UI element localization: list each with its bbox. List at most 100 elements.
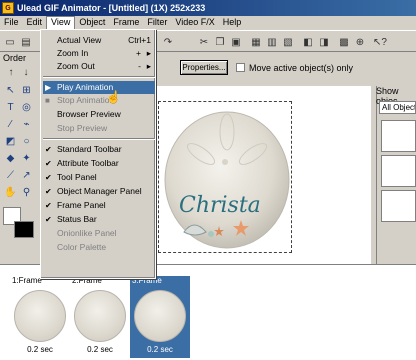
menu-file[interactable]: File [0, 16, 23, 29]
frame-item[interactable]: 1:Frame 0.2 sec [10, 276, 70, 358]
menu-item-label: Status Bar [57, 214, 97, 224]
menu-item-object-manager-panel[interactable]: ✔ Object Manager Panel [43, 185, 155, 198]
submenu-arrow-icon: ▸ [146, 61, 151, 71]
hand-cursor-icon: ☝ [106, 90, 121, 104]
frame-delay[interactable]: 0.2 sec [70, 345, 130, 354]
text-tool-icon[interactable]: T [4, 101, 17, 114]
frame-icon[interactable]: ▥ [264, 34, 280, 50]
sand-dollar-image: Christa [164, 111, 290, 249]
magic-wand-icon[interactable]: ✦ [20, 152, 33, 165]
app-icon[interactable]: G [2, 2, 14, 14]
grid-icon[interactable]: ▩ [336, 34, 352, 50]
menu-item-actual-view[interactable]: Actual View Ctrl+1 [43, 34, 155, 47]
new-icon[interactable]: ▭ [2, 34, 18, 50]
frame-item[interactable]: 2:Frame 0.2 sec [70, 276, 130, 358]
menu-item-stop-animation[interactable]: ■ Stop Animation [43, 94, 155, 107]
pick-tool-icon[interactable]: ↖ [4, 84, 17, 97]
menu-separator [43, 76, 155, 78]
menu-item-zoom-out[interactable]: Zoom Out ▸ - [43, 60, 155, 73]
play-icon: ▶ [45, 83, 52, 92]
frame-delay[interactable]: 0.2 sec [130, 345, 190, 354]
submenu-arrow-icon: ▸ [146, 48, 151, 58]
frame-thumbnail [134, 290, 186, 342]
menu-view[interactable]: View [46, 16, 76, 29]
menu-bar: File Edit View Object Frame Filter Video… [0, 16, 416, 29]
eraser-tool-icon[interactable]: ◩ [4, 135, 17, 148]
redo-icon[interactable]: ↷ [160, 34, 176, 50]
window-title: Ulead GIF Animator - [Untitled] (1X) 252… [17, 3, 206, 13]
align-icon[interactable]: ◨ [316, 34, 332, 50]
copy-icon[interactable]: ❐ [212, 34, 228, 50]
menu-item-play-animation[interactable]: ▶ Play Animation [43, 81, 155, 94]
preview-icon[interactable]: ▧ [280, 34, 296, 50]
hand-tool-icon[interactable]: ✋ [4, 186, 17, 199]
menu-item-label: Actual View [57, 35, 102, 45]
menu-item-frame-panel[interactable]: ✔ Frame Panel [43, 199, 155, 212]
menu-edit[interactable]: Edit [23, 16, 47, 29]
object-thumbnail[interactable] [381, 155, 416, 187]
check-icon: ✔ [45, 159, 52, 168]
object-thumbnail[interactable] [381, 190, 416, 222]
menu-item-label: Tool Panel [57, 172, 97, 182]
menu-item-label: Object Manager Panel [57, 186, 142, 196]
line-tool-icon[interactable]: ↗ [20, 169, 33, 182]
paste-icon[interactable]: ▣ [228, 34, 244, 50]
menu-item-tool-panel[interactable]: ✔ Tool Panel [43, 171, 155, 184]
frame-thumbnail [74, 290, 126, 342]
order-down-icon[interactable]: ↓ [18, 64, 34, 80]
menu-item-label: Standard Toolbar [57, 144, 122, 154]
frame-item-selected[interactable]: 3:Frame 0.2 sec [130, 276, 190, 358]
fill-tool-icon[interactable]: ◆ [4, 152, 17, 165]
open-icon[interactable]: ▤ [18, 34, 34, 50]
menu-filter[interactable]: Filter [143, 16, 171, 29]
help-icon[interactable]: ↖? [372, 34, 388, 50]
clone-tool-icon[interactable]: ⌁ [20, 118, 33, 131]
frame-thumbnail [14, 290, 66, 342]
shape-tool-icon[interactable]: ◎ [20, 101, 33, 114]
brush-tool-icon[interactable]: ⁄ [4, 118, 17, 131]
move-active-checkbox[interactable] [236, 63, 245, 72]
menu-video-fx[interactable]: Video F/X [171, 16, 218, 29]
transform-tool-icon[interactable]: ⊞ [20, 84, 33, 97]
script-text: Christa [179, 193, 261, 218]
view-menu-dropdown: Actual View Ctrl+1 Zoom In ▸ + Zoom Out … [40, 29, 156, 279]
menu-item-status-bar[interactable]: ✔ Status Bar [43, 213, 155, 226]
shortcut-label: - [138, 61, 141, 71]
menu-item-attribute-toolbar[interactable]: ✔ Attribute Toolbar [43, 157, 155, 170]
eyedropper-icon[interactable]: ⟋ [4, 169, 17, 182]
menu-item-label: Play Animation [57, 82, 114, 92]
zoom-icon[interactable]: ⊕ [352, 34, 368, 50]
menu-help[interactable]: Help [219, 16, 246, 29]
objects-selector[interactable]: All Objects [379, 101, 416, 114]
menu-item-color-palette[interactable]: Color Palette [43, 241, 155, 254]
move-active-label: Move active object(s) only [249, 63, 354, 73]
menu-frame[interactable]: Frame [109, 16, 143, 29]
magnify-tool-icon[interactable]: ⚲ [20, 186, 33, 199]
background-color-swatch[interactable] [14, 221, 34, 238]
menu-item-onionlike-panel[interactable]: Onionlike Panel [43, 227, 155, 240]
menu-item-label: Zoom In [57, 48, 89, 58]
image-canvas[interactable]: Christa [158, 101, 292, 253]
cut-icon[interactable]: ✂ [196, 34, 212, 50]
menu-item-stop-preview[interactable]: Stop Preview [43, 122, 155, 135]
check-icon: ✔ [45, 145, 52, 154]
properties-button[interactable]: Properties... [180, 60, 228, 75]
menu-item-browser-preview[interactable]: Browser Preview [43, 108, 155, 121]
menu-separator [43, 138, 155, 140]
menu-item-label: Zoom Out [57, 61, 95, 71]
order-up-icon[interactable]: ↑ [3, 64, 19, 80]
menu-object[interactable]: Object [75, 16, 109, 29]
shortcut-label: + [136, 48, 141, 58]
menu-item-standard-toolbar[interactable]: ✔ Standard Toolbar [43, 143, 155, 156]
object-thumbnail[interactable] [381, 120, 416, 152]
arrange-icon[interactable]: ◧ [300, 34, 316, 50]
object-icon[interactable]: ▦ [248, 34, 264, 50]
check-icon: ✔ [45, 173, 52, 182]
lasso-tool-icon[interactable]: ○ [20, 135, 33, 148]
stop-icon: ■ [45, 96, 50, 105]
title-bar[interactable]: G Ulead GIF Animator - [Untitled] (1X) 2… [0, 0, 416, 16]
menu-item-label: Attribute Toolbar [57, 158, 119, 168]
check-icon: ✔ [45, 201, 52, 210]
frame-delay[interactable]: 0.2 sec [10, 345, 70, 354]
menu-item-zoom-in[interactable]: Zoom In ▸ + [43, 47, 155, 60]
